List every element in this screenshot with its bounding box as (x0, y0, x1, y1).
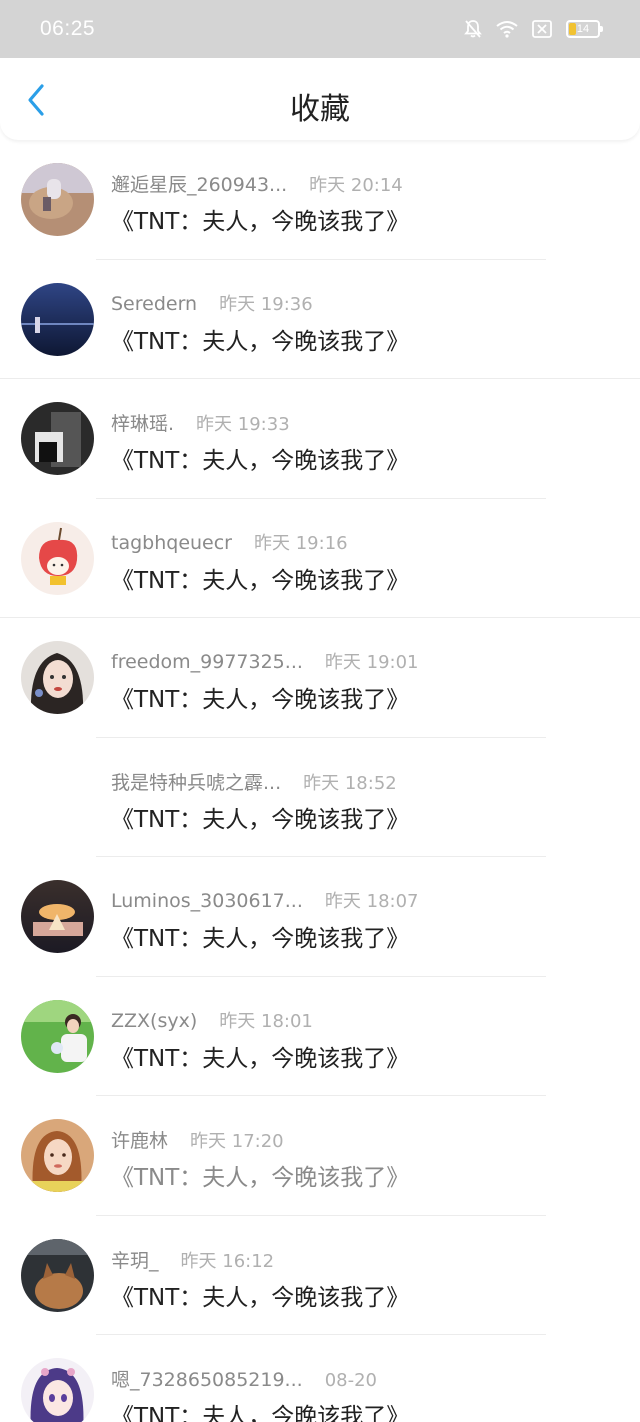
avatar[interactable] (21, 880, 94, 953)
list-item[interactable]: Luminos_3030617... 昨天 18:07 《TNT：夫人，今晚该我… (0, 857, 640, 977)
item-meta: tagbhqeuecr 昨天 19:16 (111, 529, 348, 555)
username[interactable]: 许鹿林 (111, 1126, 168, 1153)
avatar[interactable] (21, 163, 94, 236)
item-meta: 嗯_732865085219... 08-20 (111, 1365, 377, 1392)
avatar[interactable] (21, 282, 94, 356)
avatar[interactable] (21, 402, 94, 475)
avatar[interactable] (21, 521, 94, 595)
avatar[interactable] (21, 999, 94, 1073)
item-title[interactable]: 《TNT：夫人，今晚该我了》 (111, 322, 409, 356)
timestamp: 昨天 19:33 (196, 414, 290, 435)
item-meta: Luminos_3030617... 昨天 18:07 (111, 887, 419, 913)
item-meta: freedom_9977325... 昨天 19:01 (111, 648, 419, 674)
item-title[interactable]: 《TNT：夫人，今晚该我了》 (111, 680, 409, 714)
list-item[interactable]: 嗯_732865085219... 08-20 《TNT：夫人，今晚该我了》 (0, 1335, 640, 1422)
item-title[interactable]: 《TNT：夫人，今晚该我了》 (111, 441, 409, 475)
favorites-list: 邂逅星辰_260943... 昨天 20:14 《TNT：夫人，今晚该我了》 S… (0, 140, 640, 1422)
item-title[interactable]: 《TNT：夫人，今晚该我了》 (111, 1158, 409, 1192)
timestamp: 昨天 18:52 (303, 772, 397, 794)
avatar[interactable] (21, 1358, 94, 1422)
username[interactable]: 邂逅星辰_260943... (111, 170, 287, 197)
item-meta: 我是特种兵唬之霹... 昨天 18:52 (111, 768, 397, 795)
timestamp: 昨天 20:14 (309, 175, 403, 196)
bell-off-icon (464, 19, 482, 39)
timestamp: 08-20 (324, 1370, 377, 1391)
list-item[interactable]: Seredern 昨天 19:36 《TNT：夫人，今晚该我了》 (0, 260, 640, 379)
username[interactable]: ZZX(syx) (111, 1010, 197, 1032)
list-item[interactable]: 邂逅星辰_260943... 昨天 20:14 《TNT：夫人，今晚该我了》 (0, 140, 640, 260)
page-title: 收藏 (290, 92, 350, 127)
timestamp: 昨天 19:36 (219, 293, 313, 315)
username[interactable]: 嗯_732865085219... (111, 1365, 303, 1392)
item-title[interactable]: 《TNT：夫人，今晚该我了》 (111, 561, 409, 595)
item-title[interactable]: 《TNT：夫人，今晚该我了》 (111, 202, 409, 236)
item-meta: ZZX(syx) 昨天 18:01 (111, 1007, 313, 1033)
list-item[interactable]: freedom_9977325... 昨天 19:01 《TNT：夫人，今晚该我… (0, 618, 640, 738)
app-header: 收藏 (0, 58, 640, 140)
username[interactable]: tagbhqeuecr (111, 532, 232, 554)
timestamp: 昨天 18:07 (324, 891, 419, 912)
item-meta: 邂逅星辰_260943... 昨天 20:14 (111, 170, 403, 197)
timestamp: 昨天 18:01 (219, 1010, 313, 1032)
list-item[interactable]: 我是特种兵唬之霹... 昨天 18:52 《TNT：夫人，今晚该我了》 (0, 738, 640, 857)
wifi-icon (496, 20, 518, 38)
timestamp: 昨天 17:20 (190, 1131, 284, 1152)
list-item[interactable]: 辛玥_ 昨天 16:12 《TNT：夫人，今晚该我了》 (0, 1216, 640, 1335)
username[interactable]: 梓琳瑶. (111, 409, 174, 436)
battery-icon: 14 (566, 20, 603, 38)
item-meta: 梓琳瑶. 昨天 19:33 (111, 409, 290, 436)
item-meta: 许鹿林 昨天 17:20 (111, 1126, 284, 1153)
avatar[interactable] (21, 1238, 94, 1312)
item-title[interactable]: 《TNT：夫人，今晚该我了》 (111, 1278, 409, 1312)
username[interactable]: 辛玥_ (111, 1246, 159, 1273)
username[interactable]: Luminos_3030617... (111, 890, 303, 912)
list-item[interactable]: 许鹿林 昨天 17:20 《TNT：夫人，今晚该我了》 (0, 1096, 640, 1216)
list-item[interactable]: 梓琳瑶. 昨天 19:33 《TNT：夫人，今晚该我了》 (0, 379, 640, 499)
item-meta: Seredern 昨天 19:36 (111, 290, 313, 316)
list-item[interactable]: tagbhqeuecr 昨天 19:16 《TNT：夫人，今晚该我了》 (0, 499, 640, 618)
status-bar: 06:25 14 (0, 0, 640, 58)
timestamp: 昨天 19:01 (324, 652, 419, 673)
item-title[interactable]: 《TNT：夫人，今晚该我了》 (111, 1397, 409, 1422)
battery-level: 14 (576, 23, 590, 35)
avatar[interactable] (21, 761, 94, 834)
list-item[interactable]: ZZX(syx) 昨天 18:01 《TNT：夫人，今晚该我了》 (0, 977, 640, 1096)
avatar[interactable] (21, 641, 94, 714)
status-time: 06:25 (40, 17, 96, 40)
item-meta: 辛玥_ 昨天 16:12 (111, 1246, 274, 1273)
avatar[interactable] (21, 1119, 94, 1192)
item-title[interactable]: 《TNT：夫人，今晚该我了》 (111, 1039, 409, 1073)
sim-x-icon (532, 20, 552, 38)
item-title[interactable]: 《TNT：夫人，今晚该我了》 (111, 800, 409, 834)
username[interactable]: 我是特种兵唬之霹... (111, 768, 281, 795)
item-title[interactable]: 《TNT：夫人，今晚该我了》 (111, 919, 409, 953)
username[interactable]: freedom_9977325... (111, 651, 303, 673)
timestamp: 昨天 19:16 (254, 532, 348, 554)
username[interactable]: Seredern (111, 293, 197, 315)
timestamp: 昨天 16:12 (180, 1250, 275, 1272)
status-icons: 14 (464, 19, 603, 39)
